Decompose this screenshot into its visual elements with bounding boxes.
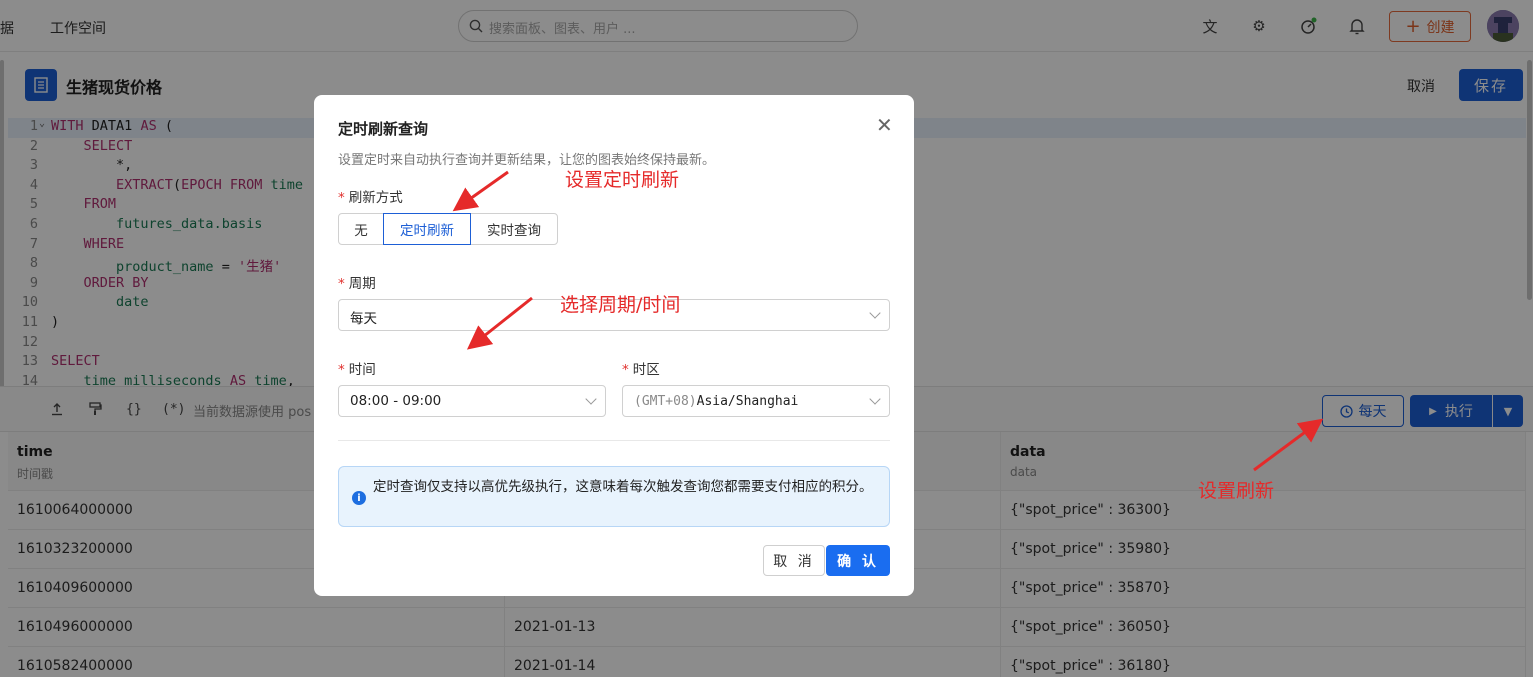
timezone-value: Asia/Shanghai (696, 394, 799, 409)
time-label: * 时间 (338, 362, 376, 378)
divider (338, 440, 890, 441)
period-label: * 周期 (338, 276, 376, 292)
required-asterisk: * (338, 362, 345, 378)
refresh-option-none[interactable]: 无 (338, 213, 384, 245)
annotation-set-refresh: 设置刷新 (1198, 480, 1275, 502)
period-value: 每天 (350, 311, 377, 327)
time-select[interactable]: 08:00 - 09:00 (338, 385, 606, 417)
chevron-down-icon (869, 307, 881, 319)
chevron-down-icon (869, 393, 881, 405)
refresh-option-realtime[interactable]: 实时查询 (470, 213, 558, 245)
timezone-select[interactable]: (GMT+08)Asia/Shanghai (622, 385, 890, 417)
dialog-confirm-button[interactable]: 确 认 (826, 545, 890, 576)
required-asterisk: * (622, 362, 629, 378)
chevron-down-icon (585, 393, 597, 405)
close-icon[interactable]: ✕ (876, 113, 893, 137)
info-icon: i (352, 491, 366, 505)
refresh-mode-label: * 刷新方式 (338, 190, 403, 206)
annotation-set-scheduled-refresh: 设置定时刷新 (565, 169, 680, 191)
refresh-option-scheduled[interactable]: 定时刷新 (383, 213, 471, 245)
info-alert-text: 定时查询仅支持以高优先级执行，这意味着每次触发查询您都需要支付相应的积分。 (373, 479, 873, 495)
timezone-label: * 时区 (622, 362, 660, 378)
refresh-mode-segmented: 无 定时刷新 实时查询 (338, 213, 558, 245)
required-asterisk: * (338, 276, 345, 292)
timezone-offset: (GMT+08) (634, 394, 697, 409)
dialog-cancel-button[interactable]: 取 消 (763, 545, 825, 576)
required-asterisk: * (338, 190, 345, 206)
info-alert: i 定时查询仅支持以高优先级执行，这意味着每次触发查询您都需要支付相应的积分。 (338, 466, 890, 527)
dialog-title: 定时刷新查询 (338, 120, 429, 138)
annotation-choose-period-time: 选择周期/时间 (560, 294, 681, 316)
time-value: 08:00 - 09:00 (350, 393, 442, 409)
